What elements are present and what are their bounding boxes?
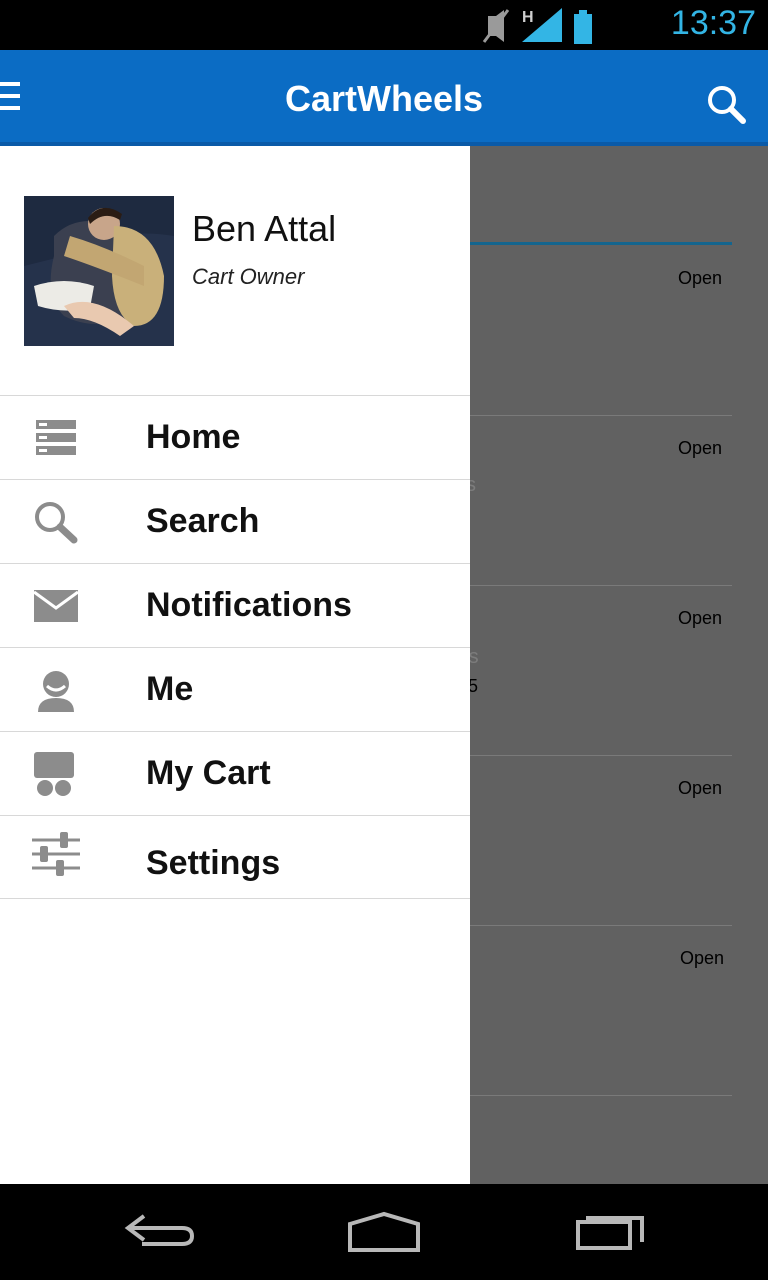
drawer-item-label: Settings [146,844,281,882]
action-bar: CartWheels [0,50,768,146]
app-title: CartWheels [284,78,484,119]
recent-apps-icon[interactable] [570,1206,650,1256]
divider [470,415,732,416]
drawer-menu: Home Search Notifications Me My Cart Set… [0,395,470,899]
drawer-item-home[interactable]: Home [0,395,470,479]
user-name: Ben Attal [192,208,337,249]
avatar[interactable] [24,196,174,346]
drawer-item-settings[interactable]: Settings [0,815,470,899]
drawer-item-label: Me [146,670,194,708]
system-nav-bar [0,1184,768,1280]
drawer-item-label: Notifications [146,586,352,624]
divider [470,755,732,756]
drawer-item-label: My Cart [146,754,271,792]
battery-icon [574,10,592,44]
muted-icon [482,9,510,43]
status-label: Open [678,608,723,628]
status-label: Open [678,778,723,798]
envelope-icon [33,590,79,622]
status-label: Open [678,438,723,458]
network-type: H [522,9,534,26]
home-list-icon [36,420,76,455]
status-label: Open [678,268,723,288]
user-role: Cart Owner [192,264,305,289]
person-icon [38,671,74,712]
drawer-item-search[interactable]: Search [0,479,470,563]
navigation-drawer: Ben Attal Cart Owner Home Search Notific… [0,146,470,1184]
sliders-icon [32,832,80,876]
status-label: Open [680,948,725,968]
status-bar: H 13:37 [0,0,768,50]
divider [470,585,732,586]
divider [470,925,732,926]
drawer-item-label: Search [146,502,260,540]
cart-icon [34,752,74,796]
drawer-item-me[interactable]: Me [0,647,470,731]
tab-indicator [470,242,732,245]
home-nav-icon[interactable] [344,1206,424,1256]
search-icon[interactable] [706,84,746,124]
drawer-item-my-cart[interactable]: My Cart [0,731,470,815]
divider [470,1095,732,1096]
search-icon [35,502,78,544]
back-icon[interactable] [122,1206,202,1256]
drawer-item-notifications[interactable]: Notifications [0,563,470,647]
avatar-photo [24,196,174,346]
status-time: 13:37 [670,4,756,42]
drawer-item-label: Home [146,418,241,456]
status-icons: H [482,8,592,44]
